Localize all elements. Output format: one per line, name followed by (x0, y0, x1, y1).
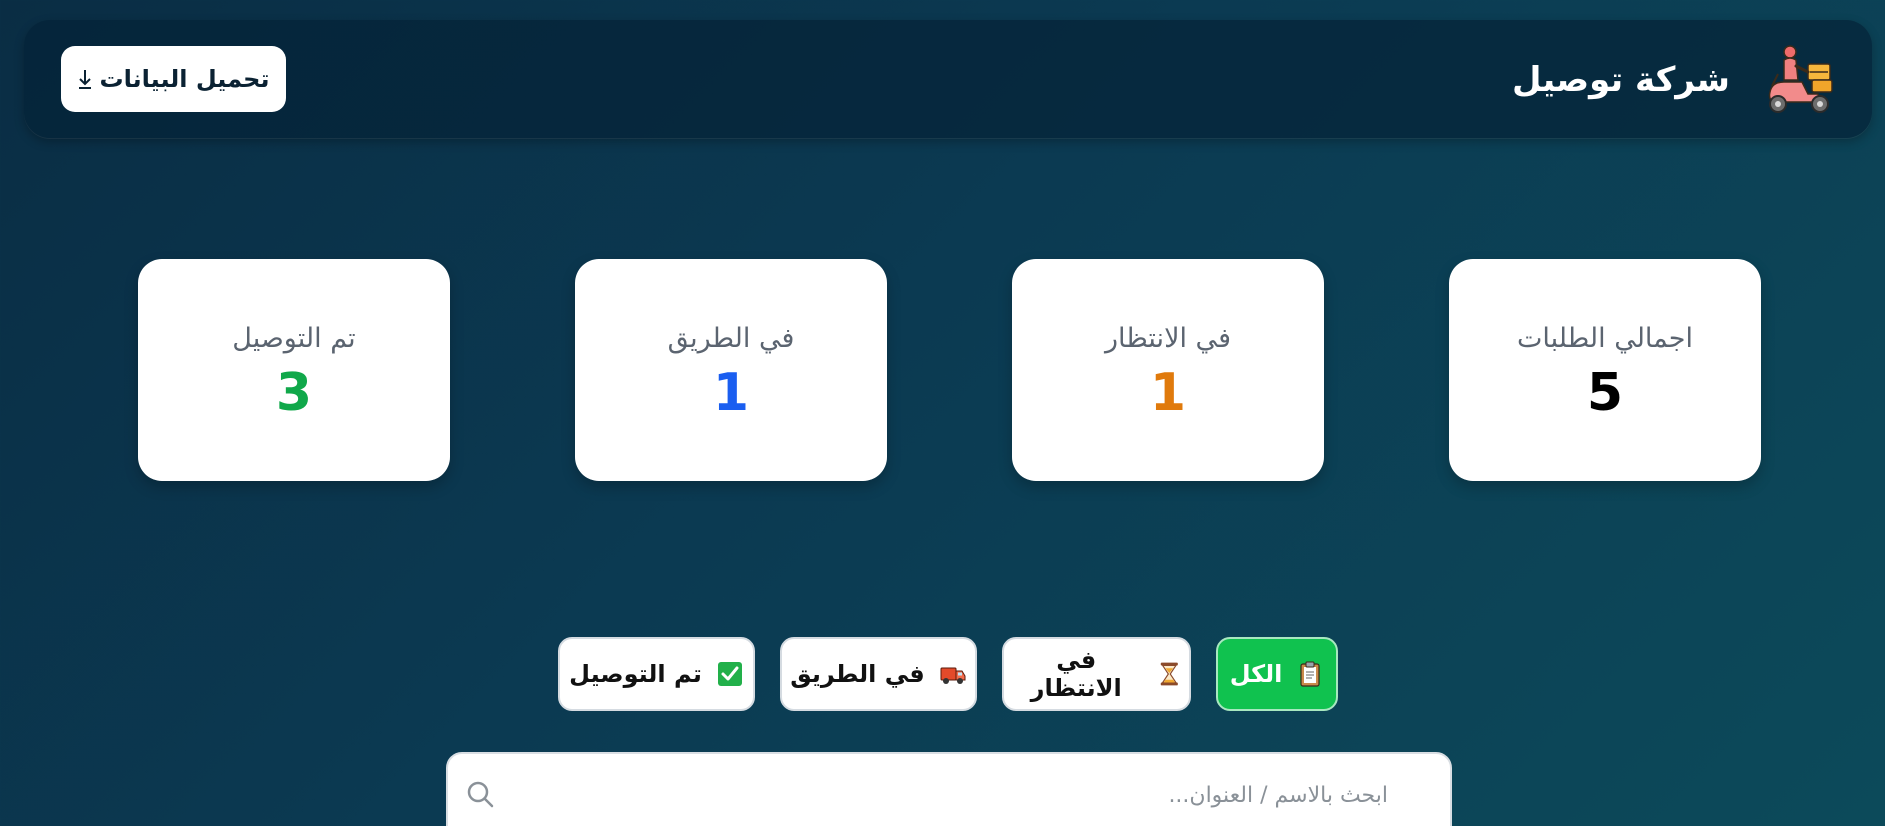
brand: شركة توصيل (1512, 42, 1838, 118)
stat-label: في الطريق (667, 323, 795, 354)
stat-value: 5 (1586, 363, 1624, 423)
company-title: شركة توصيل (1512, 60, 1730, 100)
delivery-scooter-icon (1768, 45, 1833, 113)
stat-label: في الانتظار (1105, 323, 1231, 354)
stat-value: 1 (712, 363, 750, 423)
status-filters: الكل في الانتظار في الطريق تم التوصيل (0, 637, 1885, 715)
filter-all-button[interactable]: الكل (1216, 637, 1338, 711)
search-icon (467, 781, 494, 808)
stat-label: تم التوصيل (232, 323, 356, 354)
download-arrow-icon (78, 70, 91, 89)
stat-card-total: اجمالي الطلبات 5 (1449, 259, 1761, 481)
stat-card-delivered: تم التوصيل 3 (138, 259, 450, 481)
filter-label: في الطريق (790, 660, 925, 688)
filter-label: تم التوصيل (569, 660, 702, 688)
app-header: شركة توصيل تحميل البيانات (24, 20, 1872, 138)
stat-value: 1 (1149, 363, 1187, 423)
stat-value: 3 (275, 363, 313, 423)
filter-delivered-button[interactable]: تم التوصيل (558, 637, 755, 711)
stat-card-on-the-way: في الطريق 1 (575, 259, 887, 481)
filter-pending-button[interactable]: في الانتظار (1002, 637, 1191, 711)
check-mark-icon (717, 662, 742, 686)
hourglass-icon (1161, 662, 1179, 686)
filter-label: الكل (1229, 660, 1283, 688)
stat-label: اجمالي الطلبات (1517, 323, 1693, 354)
filter-on-the-way-button[interactable]: في الطريق (780, 637, 977, 711)
search-input[interactable] (526, 754, 1390, 826)
search-box (446, 752, 1452, 826)
stat-card-pending: في الانتظار 1 (1012, 259, 1324, 481)
download-label: تحميل البيانات (99, 65, 270, 93)
filter-label: في الانتظار (1030, 646, 1122, 702)
truck-icon (940, 667, 966, 684)
download-data-button[interactable]: تحميل البيانات (61, 46, 286, 112)
clipboard-icon (1300, 661, 1320, 687)
